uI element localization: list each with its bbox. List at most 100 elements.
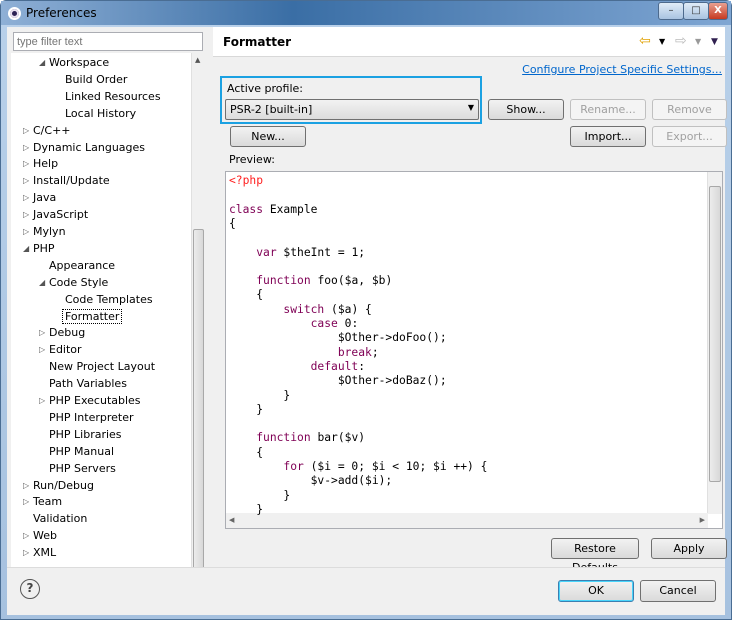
tree-item[interactable]: PHP Manual <box>49 443 114 460</box>
collapsed-twisty-icon[interactable]: ▷ <box>23 172 29 189</box>
back-menu-icon[interactable]: ▼ <box>659 37 665 46</box>
configure-project-settings-link[interactable]: Configure Project Specific Settings... <box>522 63 722 76</box>
new-button[interactable]: New... <box>230 126 306 147</box>
collapsed-twisty-icon[interactable]: ▷ <box>39 341 45 358</box>
forward-menu-icon[interactable]: ▼ <box>695 37 701 46</box>
code-line: class Example <box>229 203 317 217</box>
collapsed-twisty-icon[interactable]: ▷ <box>23 477 29 494</box>
scroll-left-icon[interactable]: ◀ <box>229 516 234 524</box>
code-token: ($i = 0; $i < 10; $i ++) { <box>303 460 488 473</box>
tree-item[interactable]: ▷ Web <box>23 527 57 544</box>
profile-dropdown[interactable]: PSR-2 [built-in] ▼ <box>225 99 479 120</box>
cancel-button[interactable]: Cancel <box>640 580 716 602</box>
tree-item-label: Build Order <box>65 72 128 86</box>
code-line: function bar($v) <box>229 431 365 445</box>
code-line: function foo($a, $b) <box>229 274 392 288</box>
ok-button[interactable]: OK <box>558 580 634 602</box>
close-button[interactable]: X <box>708 2 728 20</box>
remove-button[interactable]: Remove <box>652 99 727 120</box>
tree-item[interactable]: Formatter <box>62 308 123 325</box>
view-menu-icon[interactable]: ▼ <box>711 37 718 47</box>
tree-item[interactable]: Appearance <box>49 257 115 274</box>
tree-item[interactable]: Code Templates <box>65 291 153 308</box>
collapsed-twisty-icon[interactable]: ▷ <box>39 324 45 341</box>
collapsed-twisty-icon[interactable]: ▷ <box>23 206 29 223</box>
import-button[interactable]: Import... <box>570 126 646 147</box>
tree-item[interactable]: ◢ Code Style <box>39 274 108 291</box>
code-line: var $theInt = 1; <box>229 246 365 260</box>
filter-input[interactable] <box>13 32 203 51</box>
tree-item[interactable]: ▷ Editor <box>39 341 82 358</box>
tree-item[interactable]: ▷ Team <box>23 493 62 510</box>
forward-arrow-icon[interactable]: ⇨ <box>675 33 687 49</box>
tree-item[interactable]: ▷ C/C++ <box>23 122 71 139</box>
title-bar[interactable]: Preferences – □ X <box>1 1 731 25</box>
tree-item[interactable]: ▷ Dynamic Languages <box>23 139 145 156</box>
tree-item[interactable]: Local History <box>65 105 136 122</box>
tree-item[interactable]: PHP Servers <box>49 460 116 477</box>
tree-item[interactable]: ◢ Workspace <box>39 54 110 71</box>
tree-item[interactable]: ▷ Install/Update <box>23 172 110 189</box>
collapsed-twisty-icon[interactable]: ▷ <box>23 139 29 156</box>
help-icon[interactable]: ? <box>20 579 40 599</box>
preview-label: Preview: <box>229 153 275 166</box>
tree-item[interactable]: Path Variables <box>49 375 127 392</box>
tree-item[interactable]: ▷ Run/Debug <box>23 477 94 494</box>
tree-item[interactable]: ▷ Mylyn <box>23 223 66 240</box>
scroll-right-icon[interactable]: ▶ <box>700 516 705 524</box>
preview-vscroll-thumb[interactable] <box>709 186 721 482</box>
tree-item-label: Mylyn <box>33 225 66 238</box>
tree-item-label: PHP Manual <box>49 444 115 458</box>
back-arrow-icon[interactable]: ⇦ <box>639 33 651 49</box>
collapsed-twisty-icon[interactable]: ▷ <box>23 544 29 561</box>
tree-item[interactable]: PHP Libraries <box>49 426 122 443</box>
tree-item[interactable]: ▷ PHP Executables <box>39 392 141 409</box>
tree-item[interactable]: Build Order <box>65 71 127 88</box>
rename-button[interactable]: Rename... <box>570 99 646 120</box>
expanded-twisty-icon[interactable]: ◢ <box>23 240 29 257</box>
export-button[interactable]: Export... <box>652 126 727 147</box>
tree-item-label: Local History <box>65 106 137 120</box>
expanded-twisty-icon[interactable]: ◢ <box>39 274 45 291</box>
minimize-button[interactable]: – <box>658 2 684 20</box>
maximize-button[interactable]: □ <box>683 2 709 20</box>
tree-item[interactable]: ◢ PHP <box>23 240 55 257</box>
tree-item[interactable]: ▷ XML <box>23 544 56 561</box>
collapsed-twisty-icon[interactable]: ▷ <box>23 527 29 544</box>
restore-defaults-button[interactable]: Restore Defaults <box>551 538 639 574</box>
tree-item[interactable]: ▷ Help <box>23 155 58 172</box>
tree-scroll-thumb[interactable] <box>193 229 204 573</box>
tree-item-label: PHP Servers <box>49 461 116 475</box>
show-button[interactable]: Show... <box>488 99 564 120</box>
tree-scrollbar[interactable]: ▲ ▼ <box>191 53 205 591</box>
code-token: { <box>229 288 264 302</box>
expanded-twisty-icon[interactable]: ◢ <box>39 54 45 71</box>
apply-button[interactable]: Apply <box>651 538 727 559</box>
tree-item[interactable]: New Project Layout <box>49 358 155 375</box>
collapsed-twisty-icon[interactable]: ▷ <box>23 122 29 139</box>
tree-item[interactable]: ▷ Java <box>23 189 56 206</box>
tree-item-label: Workspace <box>49 56 110 69</box>
code-preview[interactable]: ◀ ▶ <?php class Example{ var $theInt = 1;… <box>225 171 723 529</box>
code-token: Example <box>263 202 318 216</box>
preview-vscrollbar[interactable] <box>707 172 722 514</box>
preference-tree: ▲ ▼ ◢ Workspace Build Order Linked Resource… <box>11 53 205 591</box>
collapsed-twisty-icon[interactable]: ▷ <box>39 392 45 409</box>
preview-hscrollbar[interactable]: ◀ ▶ <box>226 513 708 528</box>
scroll-up-icon[interactable]: ▲ <box>195 56 200 64</box>
collapsed-twisty-icon[interactable]: ▷ <box>23 189 29 206</box>
tree-item[interactable]: ▷ Debug <box>39 324 85 341</box>
code-line: { <box>229 288 263 302</box>
tree-item[interactable]: Validation <box>33 510 87 527</box>
tree-item[interactable]: Linked Resources <box>65 88 161 105</box>
code-keyword: var <box>256 245 277 259</box>
tree-item[interactable]: PHP Interpreter <box>49 409 134 426</box>
collapsed-twisty-icon[interactable]: ▷ <box>23 223 29 240</box>
tree-item[interactable]: ▷ JavaScript <box>23 206 88 223</box>
active-profile-label: Active profile: <box>227 82 303 95</box>
collapsed-twisty-icon[interactable]: ▷ <box>23 493 29 510</box>
collapsed-twisty-icon[interactable]: ▷ <box>23 155 29 172</box>
tree-item-label: New Project Layout <box>49 360 156 374</box>
